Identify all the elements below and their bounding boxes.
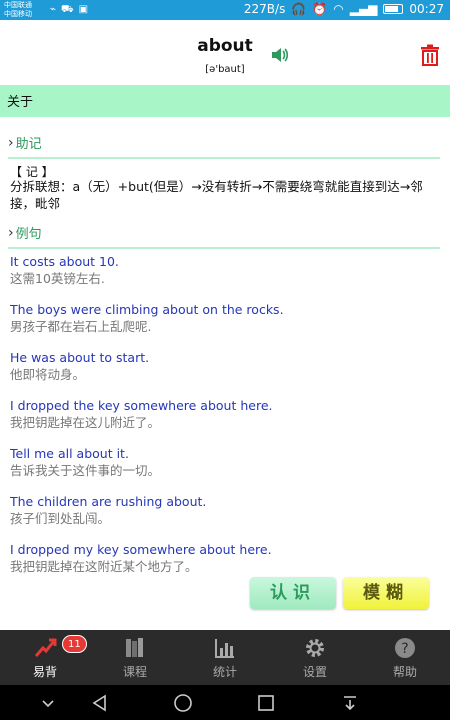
- chevron-right-icon: ›: [8, 224, 14, 241]
- divider: [8, 247, 440, 249]
- books-icon: [126, 638, 143, 657]
- chart-icon: [215, 639, 234, 658]
- status-indicators: 227B/s 🎧 ⏰ ◠ ▂▄▆ 00:27: [244, 2, 444, 16]
- gear-icon: [306, 639, 324, 657]
- clock: 00:27: [409, 2, 444, 16]
- word-title: about: [197, 36, 253, 56]
- quick-recite-icon: [34, 638, 57, 657]
- due-count-badge: 11: [62, 635, 87, 653]
- tab-label: 课程: [122, 665, 147, 679]
- bottom-tab-bar: 11 易背 课程 统计 设置 ? 帮助: [0, 630, 450, 685]
- example-chinese: 我把钥匙掉在这儿附近了。: [10, 415, 161, 430]
- divider: [8, 157, 440, 159]
- know-button[interactable]: 认识: [250, 577, 336, 609]
- example-item: He was about to start. 他即将动身。: [10, 349, 440, 383]
- fuzzy-button[interactable]: 模糊: [343, 577, 429, 609]
- example-chinese: 告诉我关于这件事的一切。: [10, 463, 161, 478]
- help-icon: ?: [395, 638, 415, 658]
- memo-section-header[interactable]: › 助记: [8, 133, 42, 153]
- example-english: It costs about 10.: [10, 254, 119, 269]
- carrier-2: 中国移动: [4, 10, 32, 18]
- tab-courses[interactable]: 课程: [90, 630, 180, 685]
- example-chinese: 孩子们到处乱闯。: [10, 511, 111, 526]
- car-icon: ⛟: [61, 4, 74, 15]
- back-icon[interactable]: [90, 693, 110, 713]
- example-item: I dropped the key somewhere about here. …: [10, 397, 440, 431]
- alarm-icon: ⏰: [312, 2, 328, 16]
- carrier-names: 中国联通 中国移动: [4, 1, 32, 19]
- delete-icon[interactable]: [420, 44, 440, 66]
- speaker-icon[interactable]: [270, 45, 290, 65]
- status-bar: 中国联通 中国移动 ⌁ ⛟ ▣ 227B/s 🎧 ⏰ ◠ ▂▄▆ 00:27: [0, 0, 450, 20]
- example-item: The children are rushing about. 孩子们到处乱闯。: [10, 493, 440, 527]
- home-icon[interactable]: [173, 693, 193, 713]
- memo-text: 分拆联想：a（无）+but(但是）→没有转折→不需要绕弯就能直接到达→邻接，毗邻: [10, 179, 423, 211]
- example-english: I dropped the key somewhere about here.: [10, 398, 273, 413]
- example-chinese: 我把钥匙掉在这附近某个地方了。: [10, 559, 198, 574]
- meaning-bar: 关于: [0, 85, 450, 117]
- notification-icons: ⌁ ⛟ ▣: [50, 4, 88, 17]
- tab-label: 统计: [212, 665, 237, 679]
- memo-heading: 助记: [15, 137, 42, 152]
- image-icon: ▣: [78, 4, 89, 15]
- example-english: He was about to start.: [10, 350, 150, 365]
- network-speed: 227B/s: [243, 2, 286, 16]
- tab-statistics[interactable]: 统计: [180, 630, 270, 685]
- examples-heading: 例句: [15, 227, 42, 242]
- example-item: The boys were climbing about on the rock…: [10, 301, 440, 335]
- chevron-right-icon: ›: [8, 134, 14, 151]
- word-meaning: 关于: [7, 95, 34, 110]
- tab-label: 帮助: [392, 665, 417, 679]
- examples-list[interactable]: It costs about 10. 这需10英镑左右. The boys we…: [10, 253, 440, 576]
- headphone-icon: 🎧: [291, 2, 307, 16]
- recent-apps-icon[interactable]: [256, 693, 276, 713]
- example-item: I dropped my key somewhere about here. 我…: [10, 541, 440, 575]
- example-chinese: 他即将动身。: [10, 367, 86, 382]
- tab-quick-recite[interactable]: 11 易背: [0, 630, 90, 685]
- signal-icon: ▂▄▆: [349, 2, 378, 16]
- tab-label: 设置: [302, 665, 327, 679]
- example-english: Tell me all about it.: [10, 446, 129, 461]
- svg-text:?: ?: [401, 641, 408, 657]
- chevron-down-icon[interactable]: [38, 693, 58, 713]
- notification-pull-icon[interactable]: [340, 693, 360, 713]
- usb-icon: ⌁: [50, 4, 57, 15]
- example-chinese: 男孩子都在岩石上乱爬呢.: [10, 319, 152, 334]
- tab-help[interactable]: ? 帮助: [360, 630, 450, 685]
- examples-section-header[interactable]: › 例句: [8, 223, 42, 243]
- wifi-icon: ◠: [333, 2, 344, 16]
- carrier-1: 中国联通: [4, 1, 32, 9]
- example-english: The children are rushing about.: [10, 494, 207, 509]
- example-english: I dropped my key somewhere about here.: [10, 542, 272, 557]
- word-header: about [ə'baut]: [0, 20, 450, 85]
- tab-label: 易背: [32, 665, 57, 679]
- example-chinese: 这需10英镑左右.: [10, 271, 105, 286]
- word-phonetic: [ə'baut]: [205, 64, 245, 75]
- battery-icon: [383, 4, 404, 14]
- tab-settings[interactable]: 设置: [270, 630, 360, 685]
- example-item: It costs about 10. 这需10英镑左右.: [10, 253, 440, 287]
- system-nav-bar: [0, 685, 450, 720]
- example-item: Tell me all about it. 告诉我关于这件事的一切。: [10, 445, 440, 479]
- example-english: The boys were climbing about on the rock…: [10, 302, 284, 317]
